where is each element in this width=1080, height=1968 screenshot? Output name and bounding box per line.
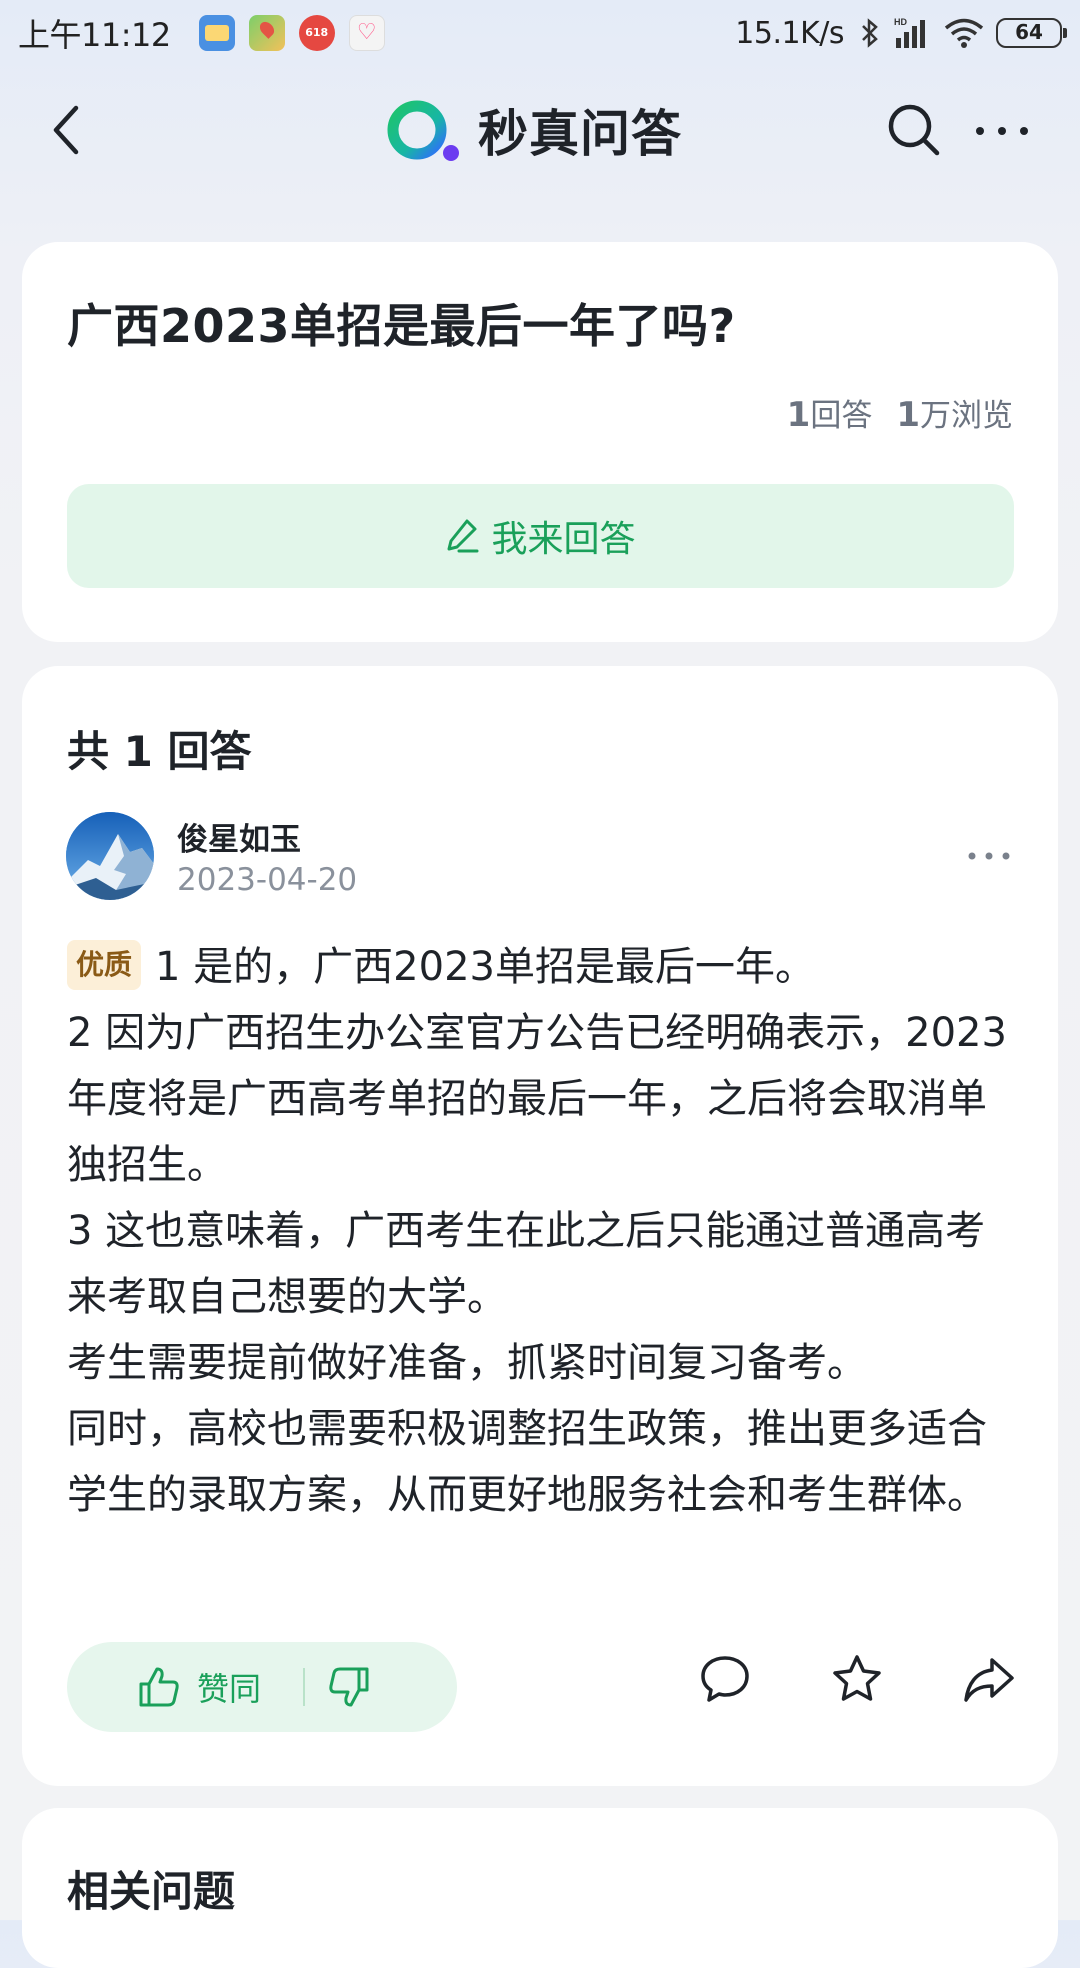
network-speed: 15.1K/s [735,15,844,51]
question-stats: 1回答 1万浏览 [763,390,1013,435]
quality-badge: 优质 [67,940,142,990]
618-promo-app-icon: 618 [298,15,335,51]
clock: 上午11:12 [18,16,171,54]
signal-icon: HD [892,16,932,50]
brand-logo-icon [387,100,459,161]
thumbs-down-icon [329,1667,369,1707]
status-bar: 上午11:12 618 ♡ 15.1K/s HD 64 [0,0,1080,66]
more-dots-icon [976,127,1028,135]
answer-date: 2023-04-20 [177,862,358,898]
search-icon [888,104,940,156]
views-label: 万浏览 [920,398,1013,434]
answers-card: 共 1 回答 俊星如玉 2023-04-20 优质 1 是的，广西2023单招是最… [22,666,1058,1786]
answer-paragraph: 同时，高校也需要积极调整招生政策，推出更多适合学生的录取方案，从而更好地服务社会… [67,1406,987,1518]
answers-label: 回答 [810,398,873,434]
brand-logo: 秒真问答 [384,94,682,166]
pencil-icon [447,519,479,553]
answer-paragraph: 2 因为广西招生办公室官方公告已经明确表示，2023年度将是广西高考单招的最后一… [67,1010,1007,1188]
star-icon [833,1655,881,1701]
brand-name: 秒真问答 [478,105,682,163]
answers-header: 共 1 回答 [67,727,252,776]
mountain-avatar-image [66,812,154,900]
related-questions-card: 相关问题 [22,1808,1058,1968]
answers-stat: 1回答 [787,390,873,435]
views-count: 1 [896,395,920,435]
maps-app-icon [248,15,285,51]
avatar[interactable] [66,812,154,900]
status-bar-right: 15.1K/s HD 64 [735,15,1067,51]
comment-button[interactable] [698,1652,752,1706]
answer-paragraph: 考生需要提前做好准备，抓紧时间复习备考。 [67,1340,867,1386]
answer-paragraph: 3 这也意味着，广西考生在此之后只能通过普通高考来考取自己想要的大学。 [67,1208,986,1320]
battery-indicator: 64 [996,18,1067,48]
comment-icon [701,1656,749,1702]
author-name[interactable]: 俊星如玉 [177,814,301,859]
calendar-app-icon [198,15,235,51]
agree-label: 赞同 [197,1670,262,1708]
thumbs-up-icon [139,1667,179,1707]
notification-icons: 618 ♡ [185,15,385,51]
back-button[interactable] [44,102,94,158]
question-card: 广西2023单招是最后一年了吗? 1回答 1万浏览 我来回答 [22,242,1058,642]
search-button[interactable] [884,100,944,160]
favorite-button[interactable] [830,1652,884,1706]
more-dots-icon [968,852,1010,860]
vote-divider [303,1668,306,1706]
question-title: 广西2023单招是最后一年了吗? [67,299,736,353]
bluetooth-icon [860,17,880,49]
answer-paragraph: 优质 1 是的，广西2023单招是最后一年。 [67,934,1017,1000]
write-answer-label: 我来回答 [491,519,636,560]
more-options-button[interactable] [972,116,1032,146]
write-answer-button[interactable]: 我来回答 [67,484,1014,588]
status-bar-left: 上午11:12 618 ♡ [18,10,385,56]
answer-body: 优质 1 是的，广西2023单招是最后一年。 2 因为广西招生办公室官方公告已经明… [67,934,1017,1528]
disagree-button[interactable] [327,1665,371,1709]
agree-button[interactable]: 赞同 [137,1664,261,1710]
share-icon [964,1658,1014,1702]
answer-actions [620,1652,1016,1706]
health-app-icon: ♡ [348,15,385,51]
nav-bar: 秒真问答 [0,80,1080,180]
wifi-icon [944,17,984,49]
svg-text:HD: HD [894,17,907,27]
answers-count: 1 [786,395,811,435]
chevron-left-icon [53,105,79,155]
answer-more-button[interactable] [964,846,1014,866]
views-stat: 1万浏览 [896,390,1013,435]
related-questions-title: 相关问题 [67,1867,236,1916]
share-button[interactable] [962,1652,1016,1706]
vote-pill: 赞同 [67,1642,457,1732]
answer-paragraph-text: 1 是的，广西2023单招是最后一年。 [155,944,815,990]
